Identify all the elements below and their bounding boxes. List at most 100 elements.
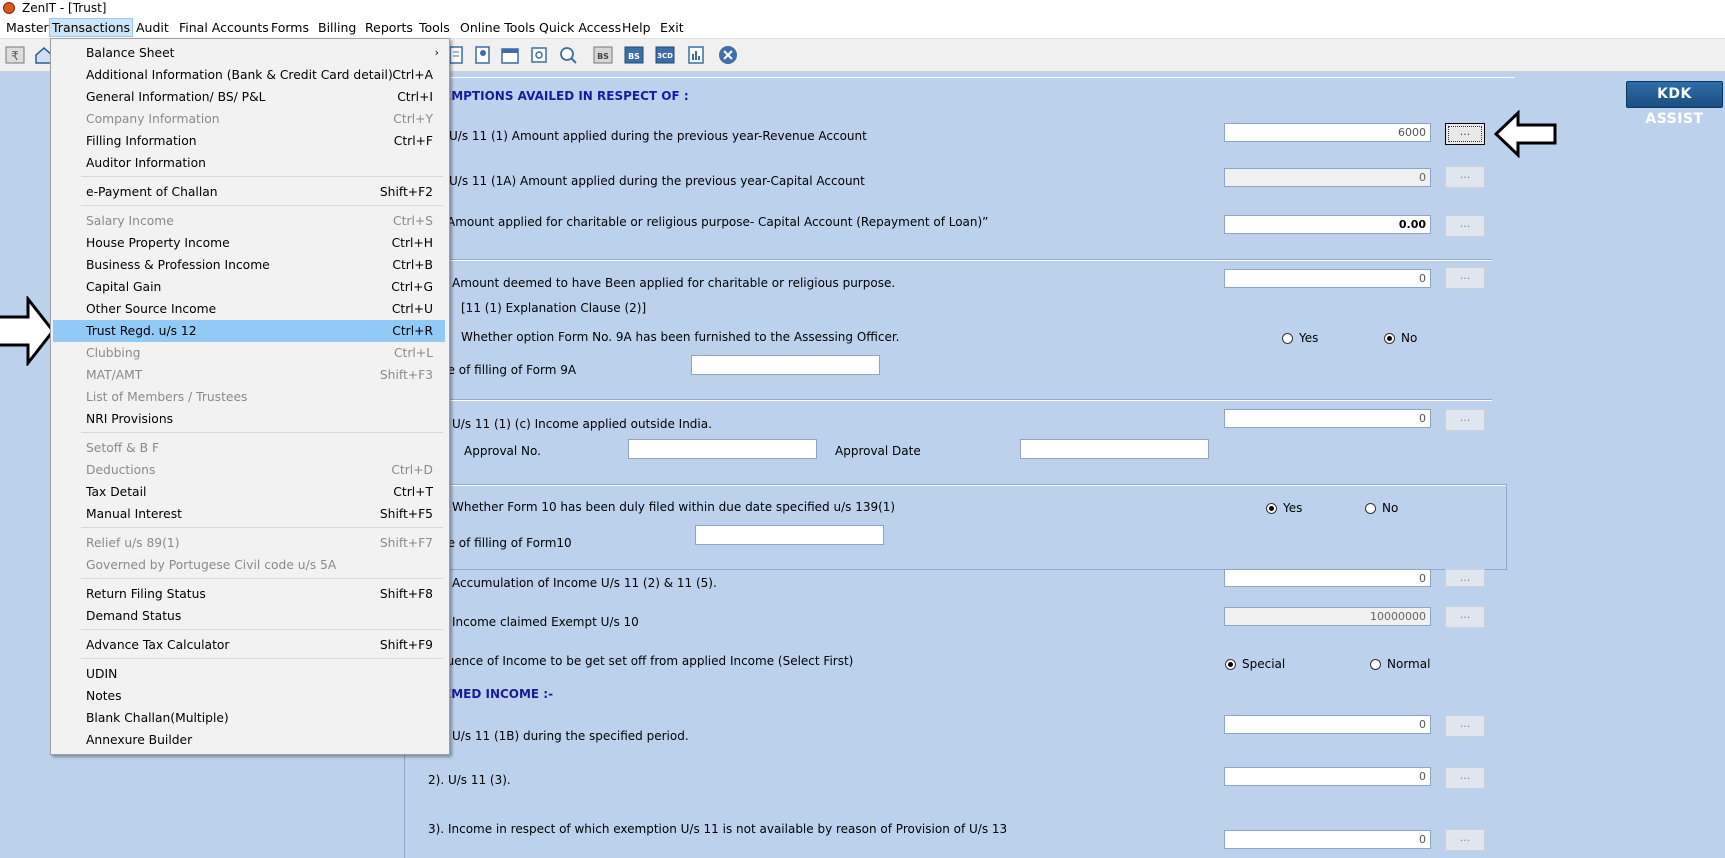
row7-detail-button[interactable]: ... bbox=[1445, 606, 1485, 628]
search-icon[interactable] bbox=[557, 44, 579, 66]
calendar-icon[interactable] bbox=[499, 44, 521, 66]
exemptions-section-header: EMPTIONS AVAILED IN RESPECT OF : bbox=[443, 89, 689, 103]
menu-item-return-filing-status[interactable]: Return Filing Status Shift+F8 bbox=[53, 583, 445, 605]
row2-amount-input[interactable]: 0 bbox=[1224, 168, 1431, 187]
menu-item-deductions[interactable]: Deductions Ctrl+D bbox=[53, 459, 445, 481]
menu-item-advance-tax-calculator[interactable]: Advance Tax Calculator Shift+F9 bbox=[53, 634, 445, 656]
form10-date-label: ce of filling of Form10 bbox=[441, 536, 572, 550]
approval-no-input[interactable] bbox=[628, 439, 817, 459]
row2-detail-button[interactable]: ... bbox=[1445, 166, 1485, 188]
menu-item-e-payment-of-challan[interactable]: e-Payment of Challan Shift+F2 bbox=[53, 181, 445, 203]
form9a-date-input[interactable] bbox=[691, 355, 880, 375]
menu-reports[interactable]: Reports bbox=[363, 19, 415, 36]
approval-date-input[interactable] bbox=[1020, 439, 1209, 459]
menu-item-demand-status[interactable]: Demand Status bbox=[53, 605, 445, 627]
menu-item-relief-u-s-89-1[interactable]: Relief u/s 89(1) Shift+F7 bbox=[53, 532, 445, 554]
row5-amount-input[interactable]: 0 bbox=[1224, 409, 1431, 428]
bs-alt-icon[interactable]: BS bbox=[623, 44, 645, 66]
menu-item-auditor-information[interactable]: Auditor Information bbox=[53, 152, 445, 174]
menu-item-label: Advance Tax Calculator bbox=[86, 638, 230, 652]
menu-item-label: MAT/AMT bbox=[86, 368, 143, 382]
menu-master[interactable]: Master bbox=[4, 19, 51, 36]
menu-audit[interactable]: Audit bbox=[134, 19, 171, 36]
deemed3-label: 3). Income in respect of which exemption… bbox=[428, 822, 1008, 836]
report-icon[interactable] bbox=[685, 44, 707, 66]
menu-help[interactable]: Help bbox=[620, 19, 653, 36]
menu-item-udin[interactable]: UDIN bbox=[53, 663, 445, 685]
3cd-icon[interactable]: 3CD bbox=[654, 44, 676, 66]
row2-label: U/s 11 (1A) Amount applied during the pr… bbox=[449, 174, 865, 188]
menu-item-manual-interest[interactable]: Manual Interest Shift+F5 bbox=[53, 503, 445, 525]
row6-detail-button[interactable]: ... bbox=[1445, 569, 1485, 587]
deemed3-detail-button[interactable]: ... bbox=[1445, 829, 1485, 851]
row1-detail-button[interactable]: ... bbox=[1445, 123, 1485, 145]
menu-item-list-of-members-trustees[interactable]: List of Members / Trustees bbox=[53, 386, 445, 408]
deemed2-detail-button[interactable]: ... bbox=[1445, 767, 1485, 789]
row3-amount-input[interactable]: 0.00 bbox=[1224, 215, 1431, 234]
close-icon[interactable] bbox=[717, 44, 739, 66]
user-doc-icon[interactable] bbox=[472, 44, 494, 66]
menu-online-tools[interactable]: Online Tools bbox=[458, 19, 537, 36]
settings-icon[interactable] bbox=[528, 44, 550, 66]
sequence-label: quence of Income to be get set off from … bbox=[439, 654, 854, 668]
menu-item-salary-income[interactable]: Salary Income Ctrl+S bbox=[53, 210, 445, 232]
row4-amount-input[interactable]: 0 bbox=[1224, 269, 1431, 288]
deemed1-detail-button[interactable]: ... bbox=[1445, 715, 1485, 737]
row5-detail-button[interactable]: ... bbox=[1445, 409, 1485, 431]
menu-item-annexure-builder[interactable]: Annexure Builder bbox=[53, 729, 445, 751]
menu-exit[interactable]: Exit bbox=[658, 19, 686, 36]
deemed2-amount-input[interactable]: 0 bbox=[1224, 767, 1431, 786]
form10-yes-radio[interactable]: Yes bbox=[1266, 501, 1302, 515]
menu-transactions[interactable]: Transactions bbox=[49, 18, 134, 37]
form10-date-input[interactable] bbox=[695, 525, 884, 545]
menu-item-tax-detail[interactable]: Tax Detail Ctrl+T bbox=[53, 481, 445, 503]
menu-item-additional-information-bank-credit-card-detail[interactable]: Additional Information (Bank & Credit Ca… bbox=[53, 64, 445, 86]
menu-item-nri-provisions[interactable]: NRI Provisions bbox=[53, 408, 445, 430]
menu-item-trust-regd-u-s-12[interactable]: Trust Regd. u/s 12 Ctrl+R bbox=[53, 320, 445, 342]
rupee-icon[interactable]: ₹ bbox=[4, 44, 26, 66]
menu-item-shortcut: Ctrl+G bbox=[391, 280, 433, 294]
approval-date-label: Approval Date bbox=[835, 444, 921, 458]
menu-item-label: Additional Information (Bank & Credit Ca… bbox=[86, 68, 393, 82]
menu-item-filling-information[interactable]: Filling Information Ctrl+F bbox=[53, 130, 445, 152]
menu-item-shortcut: Ctrl+D bbox=[391, 463, 433, 477]
menu-item-house-property-income[interactable]: House Property Income Ctrl+H bbox=[53, 232, 445, 254]
menu-item-balance-sheet[interactable]: Balance Sheet › bbox=[53, 42, 445, 64]
menu-item-other-source-income[interactable]: Other Source Income Ctrl+U bbox=[53, 298, 445, 320]
menu-item-business-profession-income[interactable]: Business & Profession Income Ctrl+B bbox=[53, 254, 445, 276]
menu-quick-access[interactable]: Quick Access bbox=[537, 19, 623, 36]
menu-item-setoff-b-f[interactable]: Setoff & B F bbox=[53, 437, 445, 459]
radio-circle bbox=[1370, 658, 1381, 670]
deemed3-amount-input[interactable]: 0 bbox=[1224, 830, 1431, 849]
menu-forms[interactable]: Forms bbox=[269, 19, 311, 36]
form9a-yes-radio[interactable]: Yes bbox=[1282, 331, 1318, 345]
row1-amount-input[interactable]: 6000 bbox=[1224, 123, 1431, 142]
row3-detail-button[interactable]: ... bbox=[1445, 215, 1485, 237]
row4-detail-button[interactable]: ... bbox=[1445, 267, 1485, 289]
form10-no-radio[interactable]: No bbox=[1365, 501, 1398, 515]
sequence-special-radio[interactable]: Special bbox=[1225, 657, 1285, 671]
menu-item-company-information[interactable]: Company Information Ctrl+Y bbox=[53, 108, 445, 130]
svg-text:BS: BS bbox=[628, 52, 640, 61]
menu-tools[interactable]: Tools bbox=[417, 19, 452, 36]
menu-item-governed-by-portugese-civil-code-u-s-5a[interactable]: Governed by Portugese Civil code u/s 5A bbox=[53, 554, 445, 576]
row7-amount-input[interactable]: 10000000 bbox=[1224, 607, 1431, 626]
menu-item-capital-gain[interactable]: Capital Gain Ctrl+G bbox=[53, 276, 445, 298]
kdk-assist-button[interactable]: KDK ASSIST bbox=[1626, 81, 1723, 127]
menu-item-label: Blank Challan(Multiple) bbox=[86, 711, 229, 725]
form9a-no-radio[interactable]: No bbox=[1384, 331, 1417, 345]
svg-text:₹: ₹ bbox=[11, 49, 19, 63]
menu-item-mat-amt[interactable]: MAT/AMT Shift+F3 bbox=[53, 364, 445, 386]
menu-item-blank-challan-multiple[interactable]: Blank Challan(Multiple) bbox=[53, 707, 445, 729]
menu-item-shortcut: Ctrl+A bbox=[392, 68, 433, 82]
deemed1-amount-input[interactable]: 0 bbox=[1224, 715, 1431, 734]
row6-amount-input[interactable]: 0 bbox=[1224, 569, 1431, 587]
title-bar: ZenIT - [Trust] bbox=[0, 0, 1725, 17]
menu-final-accounts[interactable]: Final Accounts bbox=[177, 19, 271, 36]
menu-item-clubbing[interactable]: Clubbing Ctrl+L bbox=[53, 342, 445, 364]
bs-icon[interactable]: BS bbox=[592, 44, 614, 66]
menu-item-notes[interactable]: Notes bbox=[53, 685, 445, 707]
menu-billing[interactable]: Billing bbox=[316, 19, 358, 36]
menu-item-general-information-bs-p-l[interactable]: General Information/ BS/ P&L Ctrl+I bbox=[53, 86, 445, 108]
sequence-normal-radio[interactable]: Normal bbox=[1370, 657, 1430, 671]
